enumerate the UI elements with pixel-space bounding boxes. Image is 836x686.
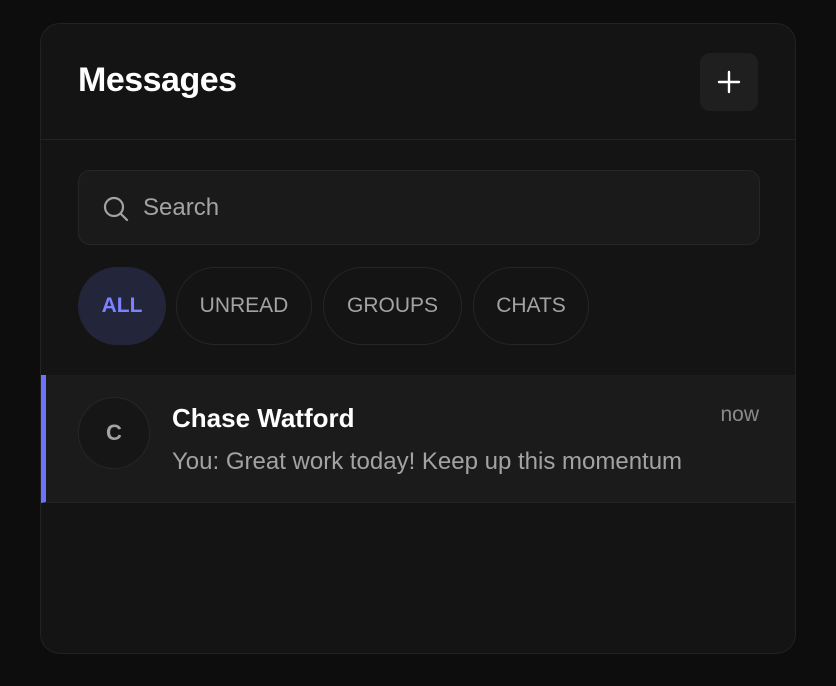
search-icon — [103, 196, 129, 222]
search-input[interactable] — [143, 171, 743, 244]
page-title: Messages — [78, 61, 237, 99]
search-box[interactable] — [78, 170, 760, 245]
conversation-time: now — [720, 403, 759, 426]
filter-unread-chip[interactable]: UNREAD — [176, 267, 312, 345]
avatar: C — [78, 397, 150, 469]
conversation-preview: You: Great work today! Keep up this mome… — [172, 448, 683, 475]
conversation-name: Chase Watford — [172, 403, 355, 433]
filter-chats-chip[interactable]: CHATS — [473, 267, 589, 345]
conversation-item[interactable]: C Chase Watford now You: Great work toda… — [41, 375, 795, 503]
plus-icon — [717, 70, 741, 94]
filter-groups-chip[interactable]: GROUPS — [323, 267, 462, 345]
filter-all-chip[interactable]: ALL — [78, 267, 166, 345]
new-message-button[interactable] — [700, 53, 758, 111]
panel-header: Messages — [41, 24, 795, 140]
messages-panel: Messages ALL UNREAD GROUPS CHATS C Chase… — [40, 23, 796, 654]
